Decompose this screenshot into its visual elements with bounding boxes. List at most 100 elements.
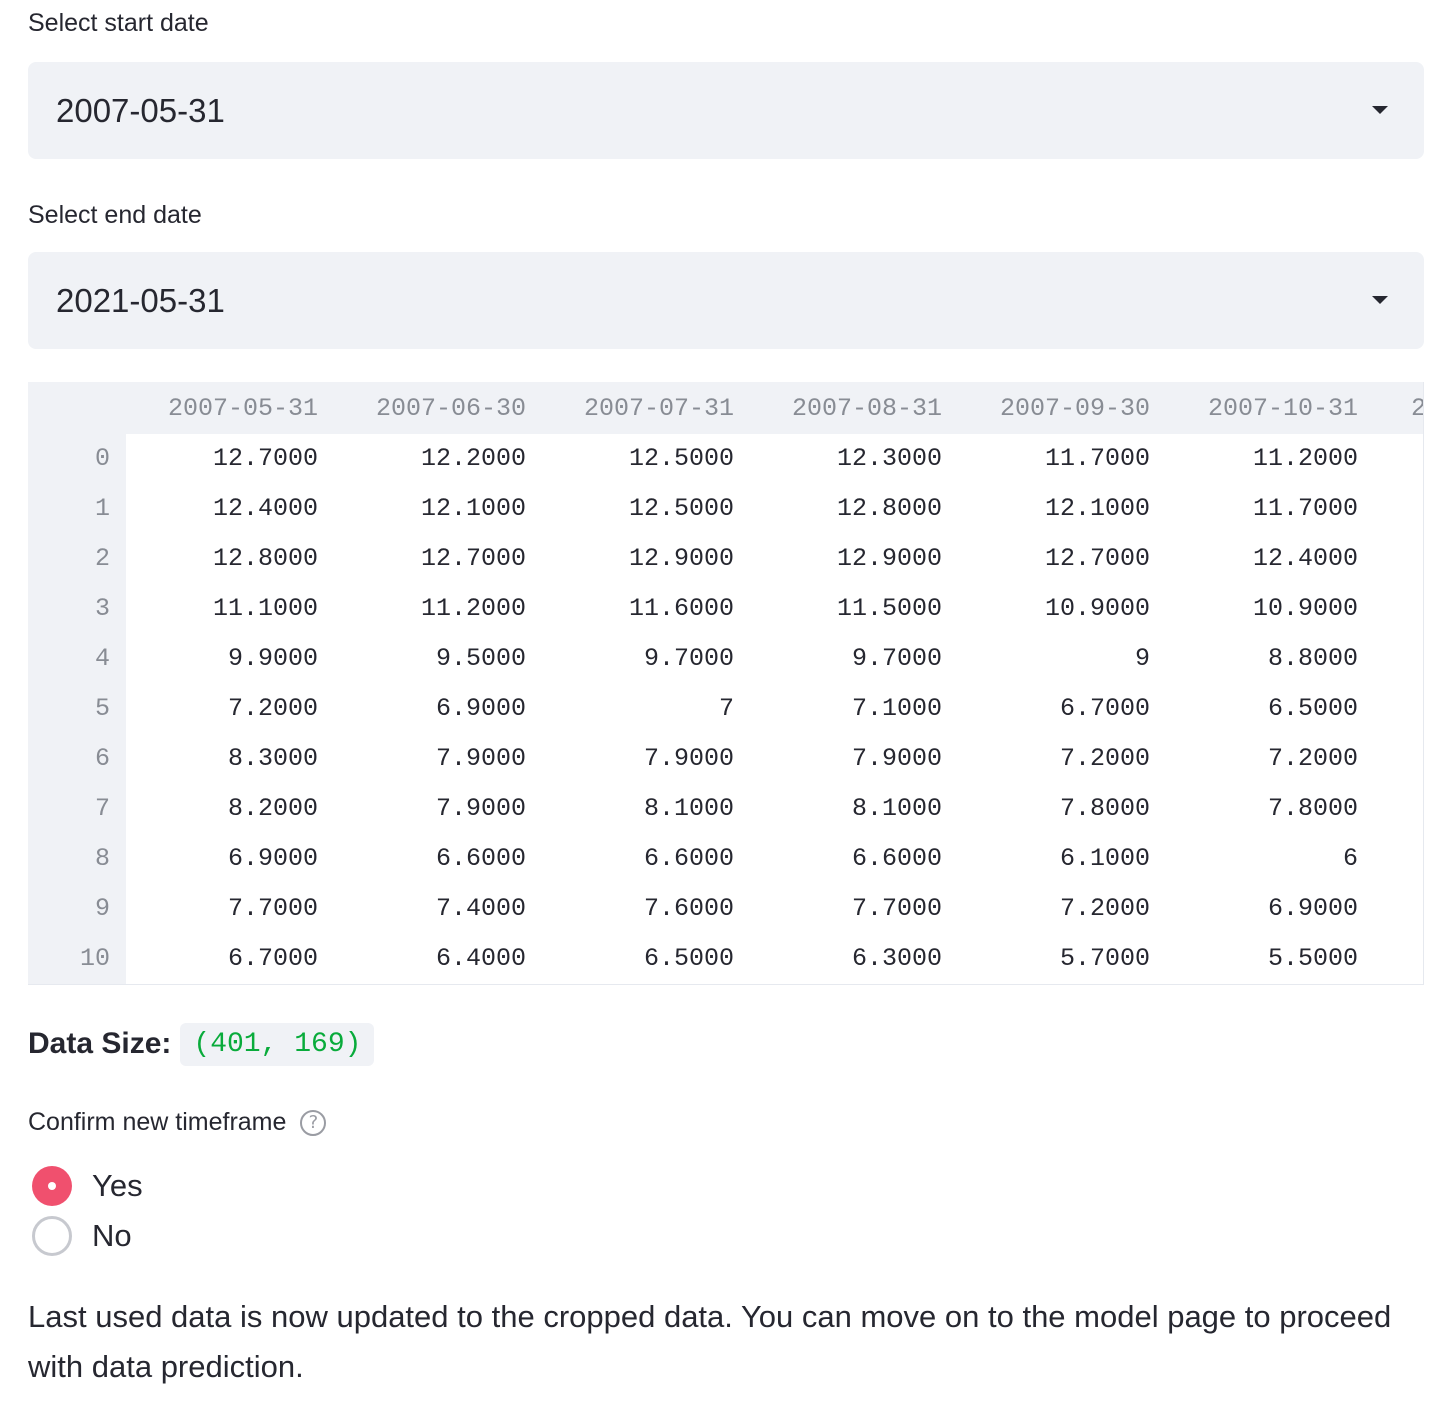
chevron-down-icon [1372, 106, 1388, 114]
table-cell[interactable]: 10.9000 [950, 584, 1150, 634]
table-cell[interactable]: 11.5000 [742, 584, 942, 634]
row-index: 7 [94, 794, 110, 823]
column-header[interactable]: 2007-08-31 [742, 384, 942, 434]
column-header[interactable]: 2007-06-30 [326, 384, 526, 434]
table-cell[interactable]: 12.8000 [742, 484, 942, 534]
table-cell[interactable]: 6.7000 [950, 684, 1150, 734]
table-cell[interactable]: 12.1000 [326, 484, 526, 534]
data-size-label: Data Size: [28, 1027, 172, 1060]
table-cell[interactable]: 6.1000 [950, 834, 1150, 884]
row-index: 2 [94, 544, 110, 573]
start-date-value: 2007-05-31 [56, 92, 225, 129]
column-header[interactable]: 2007-10-31 [1158, 384, 1358, 434]
start-date-label: Select start date [28, 9, 209, 37]
table-cell[interactable]: 7.9000 [326, 734, 526, 784]
table-cell[interactable]: 6.5000 [1158, 684, 1358, 734]
table-cell[interactable]: 6.9000 [118, 834, 318, 884]
table-cell[interactable]: 5.5000 [1158, 934, 1358, 984]
table-cell[interactable]: 12.7000 [118, 434, 318, 484]
column-header[interactable]: 2007-07-31 [534, 384, 734, 434]
table-cell[interactable]: 11.7000 [1158, 484, 1358, 534]
table-cell[interactable]: 7.9000 [742, 734, 942, 784]
table-cell[interactable]: 11.2000 [1158, 434, 1358, 484]
table-cell[interactable]: 8.3000 [118, 734, 318, 784]
table-cell[interactable]: 9.9000 [118, 634, 318, 684]
table-cell[interactable]: 12.7000 [326, 534, 526, 584]
column-header[interactable]: 2007-09-30 [950, 384, 1150, 434]
table-cell[interactable]: 7.8000 [950, 784, 1150, 834]
table-cell[interactable]: 7 [534, 684, 734, 734]
table-cell[interactable]: 6.6000 [742, 834, 942, 884]
table-cell[interactable]: 11.7000 [950, 434, 1150, 484]
table-cell[interactable]: 7.9000 [534, 734, 734, 784]
row-index: 5 [94, 694, 110, 723]
table-cell[interactable]: 9.7000 [742, 634, 942, 684]
row-index: 10 [79, 944, 110, 973]
table-cell[interactable]: 7.6000 [534, 884, 734, 934]
table-cell[interactable]: 6.3000 [742, 934, 942, 984]
data-size-value: (401, 169) [180, 1022, 375, 1066]
table-cell[interactable]: 12.4000 [118, 484, 318, 534]
table-cell[interactable]: 9.5000 [326, 634, 526, 684]
table-cell[interactable]: 12.5000 [534, 434, 734, 484]
row-index: 3 [94, 594, 110, 623]
chevron-down-icon [1372, 296, 1388, 304]
column-header[interactable]: 2 [1411, 384, 1423, 434]
table-cell[interactable]: 11.6000 [534, 584, 734, 634]
table-cell[interactable]: 6.9000 [326, 684, 526, 734]
table-cell[interactable]: 7.2000 [950, 734, 1150, 784]
table-cell[interactable]: 7.8000 [1158, 784, 1358, 834]
radio-button-unchecked[interactable] [32, 1216, 72, 1256]
row-index: 8 [94, 844, 110, 873]
radio-label-no: No [92, 1218, 132, 1253]
end-date-label: Select end date [28, 201, 202, 229]
radio-label-yes: Yes [92, 1168, 143, 1203]
end-date-select[interactable]: 2021-05-31 [28, 252, 1424, 349]
table-cell[interactable]: 12.3000 [742, 434, 942, 484]
table-cell[interactable]: 12.9000 [742, 534, 942, 584]
table-cell[interactable]: 12.2000 [326, 434, 526, 484]
column-header[interactable]: 2007-05-31 [118, 384, 318, 434]
data-table[interactable]: 2007-05-31 2007-06-30 2007-07-31 2007-08-31… [28, 382, 1424, 985]
table-cell[interactable]: 10.9000 [1158, 584, 1358, 634]
table-cell[interactable]: 11.1000 [118, 584, 318, 634]
table-cell[interactable]: 12.4000 [1158, 534, 1358, 584]
table-cell[interactable]: 9.7000 [534, 634, 734, 684]
radio-button-checked[interactable] [32, 1166, 72, 1206]
table-cell[interactable]: 7.4000 [326, 884, 526, 934]
row-index: 4 [94, 644, 110, 673]
table-cell[interactable]: 5.7000 [950, 934, 1150, 984]
question-circle-icon[interactable]: ? [300, 1109, 327, 1136]
table-cell[interactable]: 12.1000 [950, 484, 1150, 534]
table-cell[interactable]: 12.9000 [534, 534, 734, 584]
table-cell[interactable]: 7.2000 [118, 684, 318, 734]
table-cell[interactable]: 12.8000 [118, 534, 318, 584]
table-cell[interactable]: 6.7000 [118, 934, 318, 984]
table-cell[interactable]: 11.2000 [326, 584, 526, 634]
table-cell[interactable]: 7.2000 [950, 884, 1150, 934]
table-cell[interactable]: 8.2000 [118, 784, 318, 834]
table-cell[interactable]: 8.1000 [534, 784, 734, 834]
row-index: 6 [94, 744, 110, 773]
table-cell[interactable]: 12.7000 [950, 534, 1150, 584]
table-cell[interactable]: 8.1000 [742, 784, 942, 834]
table-cell[interactable]: 6.9000 [1158, 884, 1358, 934]
start-date-select[interactable]: 2007-05-31 [28, 62, 1424, 159]
table-cell[interactable]: 7.7000 [742, 884, 942, 934]
confirm-timeframe-label: Confirm new timeframe ? [28, 1108, 327, 1137]
radio-option-no[interactable]: No [32, 1216, 132, 1256]
table-cell[interactable]: 7.2000 [1158, 734, 1358, 784]
table-cell[interactable]: 7.9000 [326, 784, 526, 834]
table-cell[interactable]: 12.5000 [534, 484, 734, 534]
table-cell[interactable]: 7.7000 [118, 884, 318, 934]
table-cell[interactable]: 7.1000 [742, 684, 942, 734]
table-cell[interactable]: 6.6000 [534, 834, 734, 884]
confirm-label-text: Confirm new timeframe [28, 1108, 287, 1136]
radio-option-yes[interactable]: Yes [32, 1166, 143, 1206]
table-cell[interactable]: 6.5000 [534, 934, 734, 984]
table-cell[interactable]: 6 [1158, 834, 1358, 884]
table-cell[interactable]: 8.8000 [1158, 634, 1358, 684]
table-cell[interactable]: 9 [950, 634, 1150, 684]
table-cell[interactable]: 6.4000 [326, 934, 526, 984]
table-cell[interactable]: 6.6000 [326, 834, 526, 884]
